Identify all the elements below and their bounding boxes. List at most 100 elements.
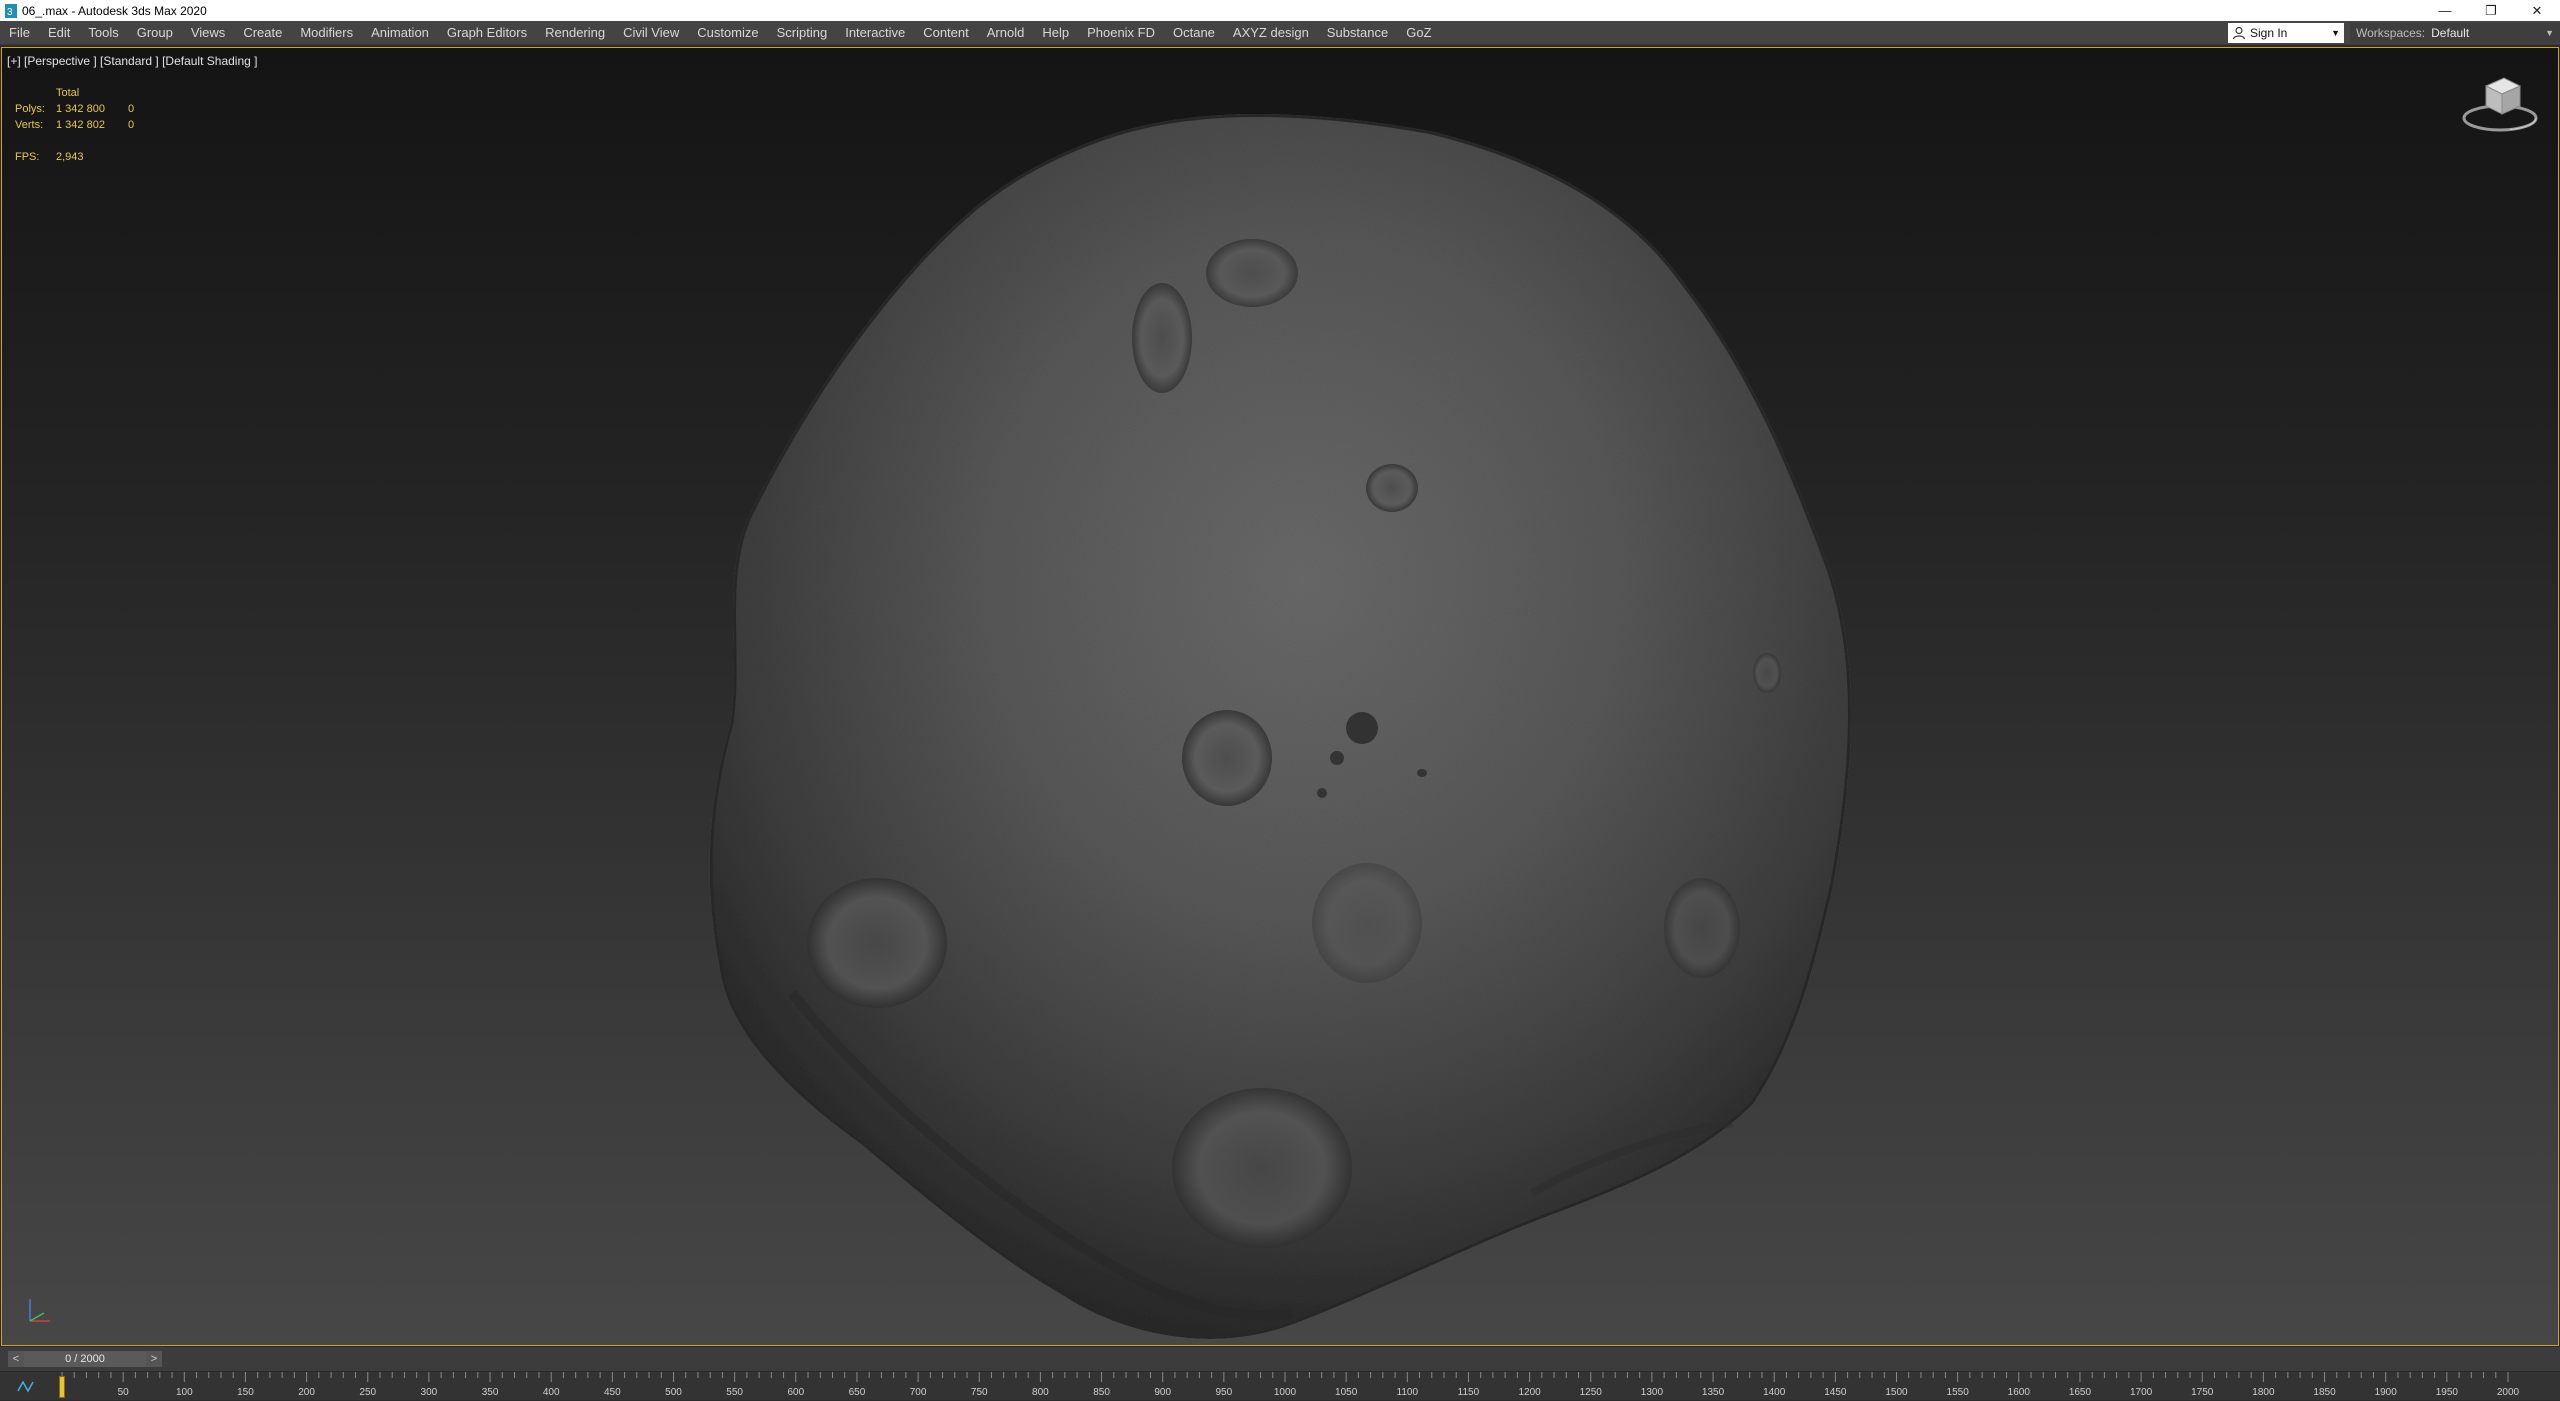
stats-fps-value: 2,943 [56,151,84,163]
menu-rendering[interactable]: Rendering [536,21,614,45]
menu-create[interactable]: Create [234,21,291,45]
timeline-tick-label: 1400 [1763,1387,1786,1398]
timeline-tick-label: 1150 [1457,1387,1480,1398]
timeline-tick-label: 350 [481,1387,499,1398]
menu-animation[interactable]: Animation [362,21,438,45]
timeline-tick-label: 100 [175,1387,193,1398]
time-slider-next-button[interactable]: > [146,1351,162,1367]
timeline-tick-label: 150 [237,1387,254,1398]
timeline-tick-label: 750 [970,1387,988,1398]
menu-modifiers[interactable]: Modifiers [291,21,362,45]
timeline-tick-label: 650 [848,1387,866,1398]
sign-in-button[interactable]: Sign In ▼ [2228,22,2344,43]
menu-group[interactable]: Group [128,21,182,45]
timeline-tick-label: 1450 [1824,1387,1847,1398]
timeline-tick-label: 250 [359,1387,377,1398]
workspaces-label: Workspaces: [2356,25,2426,40]
timeline-tick-label: 1000 [1273,1387,1297,1398]
workspaces-value: Default [2431,25,2470,40]
timeline-tick-label: 700 [909,1387,927,1398]
menu-views[interactable]: Views [182,21,234,45]
stats-verts-total: 1 342 802 [56,119,105,131]
menu-octane[interactable]: Octane [1164,21,1224,45]
menu-goz[interactable]: GoZ [1397,21,1440,45]
timeline-tick-label: 1550 [1946,1387,1969,1398]
viewport-label[interactable]: [+] [Perspective ] [Standard ] [Default … [7,54,257,68]
window-title: 06_.max - Autodesk 3ds Max 2020 [22,3,207,18]
timeline-tick-label: 1950 [2435,1387,2458,1398]
timeline-tick-label: 850 [1093,1387,1110,1398]
menu-interactive[interactable]: Interactive [836,21,914,45]
timeline-tick-label: 1600 [2007,1387,2030,1398]
stats-verts-label: Verts: [15,119,44,131]
timeline-tick-label: 1200 [1518,1387,1541,1398]
timeline-tick-label: 1650 [2068,1387,2092,1398]
timeline-tick-label: 950 [1215,1387,1233,1398]
menu-help[interactable]: Help [1033,21,1078,45]
menu-axyz-design[interactable]: AXYZ design [1224,21,1318,45]
timeline-tick-label: 1350 [1701,1387,1725,1398]
time-slider-handle[interactable]: 0 / 2000 [24,1351,146,1367]
timeline-tick-label: 600 [787,1387,805,1398]
timeline-tick-label: 200 [298,1387,315,1398]
close-icon[interactable]: ✕ [2514,0,2560,21]
timeline-tick-label: 1100 [1396,1387,1419,1398]
menu-civil-view[interactable]: Civil View [614,21,688,45]
chevron-down-icon: ▼ [2331,27,2340,38]
app-3dsmax-icon[interactable]: 3 [4,3,18,18]
menu-edit[interactable]: Edit [39,21,79,45]
timeline-tick-label: 2000 [2496,1387,2520,1398]
perspective-viewport[interactable]: [+] [Perspective ] [Standard ] [Default … [1,47,2559,1346]
menu-content[interactable]: Content [914,21,978,45]
timeline-tick-label: 500 [665,1387,682,1398]
timeline-tick-label: 800 [1032,1387,1049,1398]
menu-tools[interactable]: Tools [79,21,127,45]
menu-scripting[interactable]: Scripting [768,21,837,45]
stats-polys-total: 1 342 800 [56,103,105,115]
menu-substance[interactable]: Substance [1318,21,1397,45]
timeline-tick-label: 1750 [2191,1387,2214,1398]
timeline-tick-label: 400 [542,1387,560,1398]
time-slider-prev-button[interactable]: < [8,1351,24,1367]
menu-arnold[interactable]: Arnold [978,21,1034,45]
timeline-ruler[interactable]: 50 100 150 200 250 300 350 400 450 500 550 600 650 70… [0,1371,2560,1400]
timeline-tick-label: 1900 [2374,1387,2397,1398]
menu-bar: File Edit Tools Group Views Create Modif… [0,21,2560,45]
viewport-statistics: Total Polys: 1 342 800 0 Verts: 1 342 80… [15,85,148,165]
minimize-icon[interactable]: — [2422,0,2468,21]
current-frame-marker[interactable] [59,1376,65,1398]
menu-file[interactable]: File [0,21,39,45]
timeline-tick-label: 550 [726,1387,743,1398]
stats-fps-label: FPS: [15,151,40,163]
timeline-tick-label: 450 [604,1387,621,1398]
svg-text:3: 3 [7,7,13,18]
timeline-tick-label: 50 [117,1387,129,1398]
menu-graph-editors[interactable]: Graph Editors [438,21,536,45]
track-bar-icon[interactable] [16,1379,38,1393]
timeline-tick-label: 1850 [2313,1387,2336,1398]
timeline-tick-label: 1800 [2252,1387,2275,1398]
restore-icon[interactable]: ❐ [2468,0,2514,21]
viewcube-icon[interactable] [2460,66,2540,138]
axis-tripod-icon [29,1299,50,1322]
workspaces-dropdown[interactable]: Workspaces: Default ▼ [2350,22,2560,43]
timeline-tick-label: 1700 [2129,1387,2153,1398]
timeline-tick-label: 900 [1154,1387,1172,1398]
user-icon [2232,26,2246,39]
stats-verts-selected: 0 [128,119,135,131]
stats-polys-selected: 0 [128,103,135,115]
menu-customize[interactable]: Customize [688,21,767,45]
sign-in-label: Sign In [2250,25,2288,40]
stats-polys-label: Polys: [15,103,45,115]
timeline-tick-label: 1500 [1885,1387,1908,1398]
timeline-tick-label: 1050 [1335,1387,1358,1398]
asteroid-model[interactable] [672,93,1902,1346]
timeline-tick-label: 1300 [1640,1387,1664,1398]
title-bar: 3 06_.max - Autodesk 3ds Max 2020 — ❐ ✕ [0,0,2560,21]
chevron-down-icon: ▼ [2545,27,2554,38]
menu-phoenix-fd[interactable]: Phoenix FD [1078,21,1164,45]
time-slider: < 0 / 2000 > [0,1347,2560,1371]
stats-total-header: Total [56,87,80,99]
timeline-tick-label: 300 [420,1387,438,1398]
timeline-tick-label: 1250 [1579,1387,1602,1398]
